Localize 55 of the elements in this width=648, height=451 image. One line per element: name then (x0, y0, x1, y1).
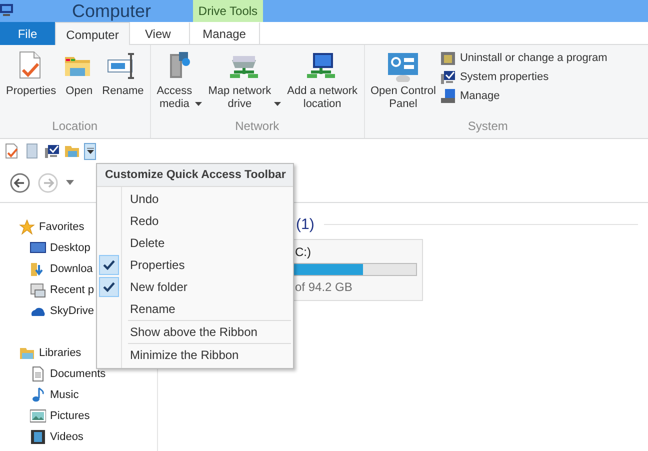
checkmark-icon (103, 260, 115, 270)
drive-name: C:) (294, 245, 312, 259)
nav-item[interactable]: Recent p (0, 279, 94, 300)
computer-icon (440, 88, 456, 104)
group-label: System (466, 119, 509, 135)
ribbon-button[interactable]: Add a network location (285, 48, 360, 119)
ribbon-button[interactable]: Access media (154, 48, 204, 119)
ribbon-button[interactable]: Open (60, 48, 98, 119)
group-label: Location (51, 119, 99, 135)
menu-item[interactable]: Show above the Ribbon (99, 321, 291, 343)
monitor-check-icon (440, 69, 456, 85)
control-panel-icon (386, 50, 420, 82)
ribbon-button[interactable]: Manage (440, 88, 608, 104)
menu-title: Customize Quick Access Toolbar (97, 164, 293, 187)
back-icon[interactable] (10, 172, 30, 192)
nav-item[interactable]: Downloa (0, 258, 93, 279)
ribbon-tab[interactable]: Computer (55, 22, 130, 46)
recent-places-icon (30, 282, 46, 298)
nav-item[interactable]: Favorites (0, 216, 84, 237)
checkmark-icon (103, 282, 115, 292)
drive-size: of 94.2 GB (294, 280, 354, 294)
menu-item[interactable]: Minimize the Ribbon (99, 344, 291, 366)
group-label: Network (234, 119, 280, 135)
nav-item[interactable]: Pictures (0, 405, 90, 426)
properties-icon[interactable] (4, 143, 20, 159)
film-icon (30, 428, 46, 444)
music-note-icon (30, 386, 46, 402)
menu-item[interactable]: Rename (99, 298, 291, 320)
menu-item[interactable]: Redo (99, 210, 291, 232)
picture-icon (30, 408, 46, 424)
group-count: (1) (296, 216, 314, 233)
ribbon-button[interactable]: Map network drive (206, 48, 284, 119)
menu-item[interactable]: Undo (99, 188, 291, 210)
monitor-icon (30, 240, 46, 256)
nav-item[interactable]: Music (0, 384, 79, 405)
dropdown-icon (86, 148, 94, 154)
nav-item[interactable]: Desktop (0, 237, 90, 258)
ribbon-tab[interactable]: View (130, 22, 186, 45)
nav-item[interactable]: SkyDrive (0, 300, 94, 321)
monitor-check-icon[interactable] (44, 143, 60, 159)
ribbon-button[interactable]: Properties (4, 48, 58, 119)
window-title: Computer (72, 1, 152, 22)
ribbon-button[interactable]: System properties (440, 69, 608, 85)
star-icon (19, 218, 35, 234)
customize-toolbar-button[interactable] (84, 142, 96, 160)
ribbon-button[interactable]: Uninstall or change a program (440, 50, 608, 66)
document-icon (30, 366, 46, 382)
file-tab[interactable]: File (0, 22, 55, 45)
context-tab-group: Drive Tools (193, 0, 263, 22)
ribbon-button[interactable]: Open Control Panel (368, 48, 438, 119)
ribbon-button[interactable]: Rename (100, 48, 146, 119)
nav-item[interactable]: Videos (0, 426, 84, 447)
nav-item[interactable]: Libraries (0, 342, 82, 363)
dropdown-icon[interactable] (66, 180, 74, 185)
nav-item[interactable]: Documents (0, 363, 106, 384)
